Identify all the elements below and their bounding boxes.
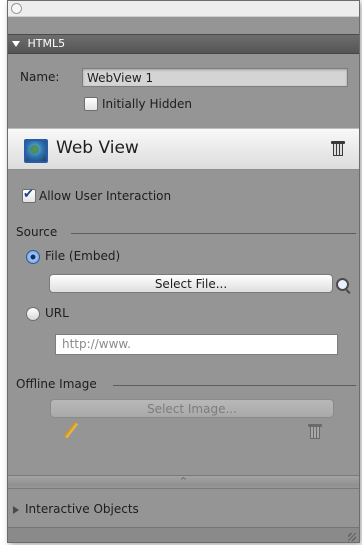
initially-hidden-checkbox[interactable] [84, 97, 98, 111]
select-image-button[interactable]: Select Image... [50, 399, 334, 418]
resize-grip-icon[interactable] [348, 533, 356, 541]
offline-image-divider [113, 385, 356, 386]
delete-image-trash-icon[interactable] [308, 424, 322, 439]
globe-icon [24, 139, 48, 163]
html5-section-header[interactable]: HTML5 [8, 34, 359, 54]
initially-hidden-label: Initially Hidden [102, 97, 193, 111]
source-heading: Source [16, 225, 58, 239]
splitter-handle-icon[interactable]: ^ [180, 476, 187, 485]
offline-image-heading: Offline Image [16, 377, 97, 391]
name-input[interactable]: WebView 1 [82, 68, 348, 87]
url-input[interactable]: http://www. [55, 334, 338, 355]
resize-splitter[interactable]: ^ [8, 475, 359, 486]
interactive-objects-section[interactable]: Interactive Objects [8, 488, 359, 528]
url-radio[interactable] [26, 307, 40, 321]
name-label: Name: [20, 70, 60, 84]
select-file-button[interactable]: Select File... [49, 274, 333, 293]
source-divider [71, 233, 356, 234]
disclosure-triangle-icon[interactable] [12, 41, 20, 47]
bottom-status-strip [8, 527, 359, 542]
inspector-panel: HTML5 Name: WebView 1 Initially Hidden W… [7, 0, 360, 543]
web-view-header: Web View [8, 128, 359, 170]
pencil-icon[interactable] [63, 421, 79, 439]
magnifier-icon[interactable] [336, 278, 349, 291]
window-titlebar [8, 1, 359, 17]
delete-web-view-trash-icon[interactable] [331, 141, 345, 156]
close-button[interactable] [11, 3, 22, 14]
html5-section-title: HTML5 [27, 37, 66, 50]
file-embed-radio[interactable] [26, 250, 40, 264]
disclosure-triangle-collapsed-icon[interactable] [13, 505, 19, 514]
allow-interaction-label: Allow User Interaction [39, 189, 172, 203]
file-embed-label: File (Embed) [45, 249, 121, 263]
interactive-objects-label: Interactive Objects [25, 502, 139, 516]
url-label: URL [45, 306, 69, 320]
web-view-title: Web View [56, 138, 139, 158]
allow-interaction-checkbox[interactable] [22, 187, 36, 203]
